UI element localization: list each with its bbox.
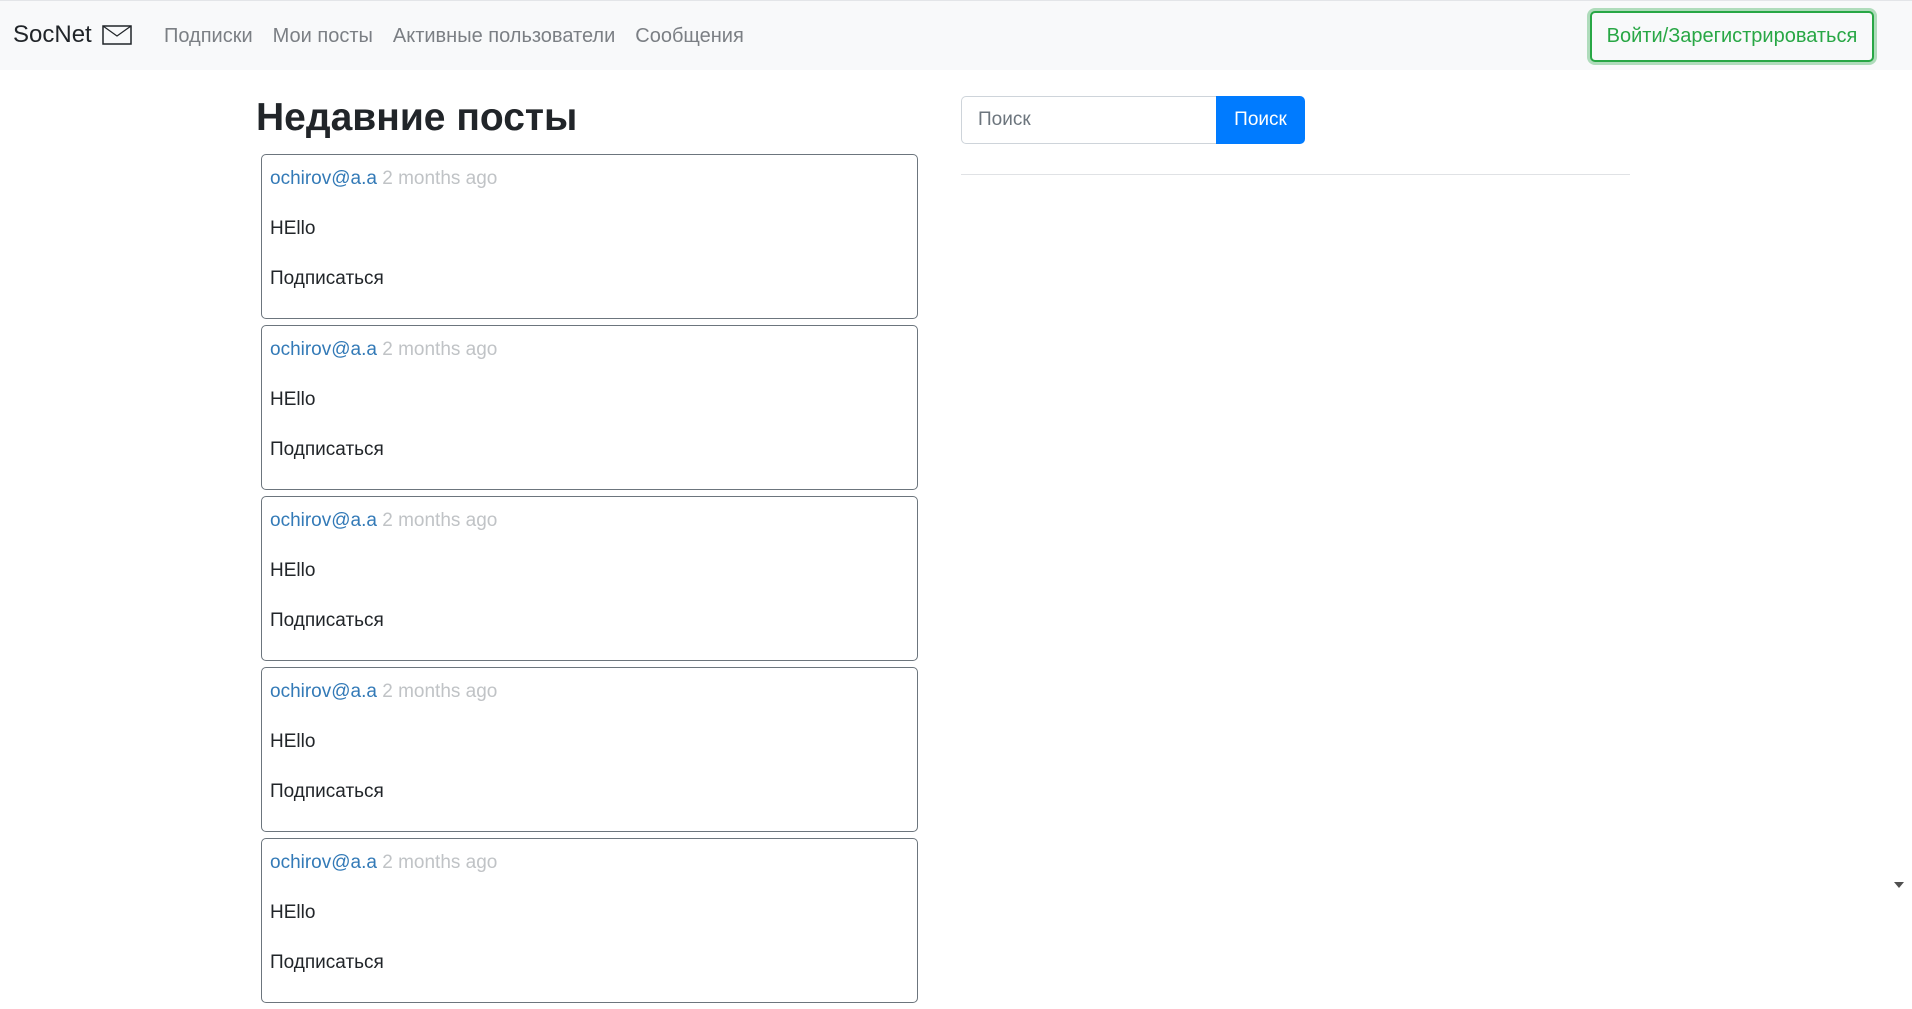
nav-link-active-users[interactable]: Активные пользователи [393, 25, 615, 48]
follow-link[interactable]: Подписаться [270, 438, 909, 462]
post-card: ochirov@a.a 2 months ago HEllo Подписать… [261, 667, 918, 832]
follow-link[interactable]: Подписаться [270, 267, 909, 291]
post-timestamp: 2 months ago [382, 510, 498, 531]
post-header: ochirov@a.a 2 months ago [270, 338, 909, 362]
nav-link-subscriptions[interactable]: Подписки [164, 25, 253, 48]
post-card: ochirov@a.a 2 months ago HEllo Подписать… [261, 325, 918, 490]
posts-list: ochirov@a.a 2 months ago HEllo Подписать… [261, 154, 918, 1009]
follow-link[interactable]: Подписаться [270, 780, 909, 804]
post-timestamp: 2 months ago [382, 168, 498, 189]
scroll-down-arrow-icon[interactable] [1894, 882, 1904, 888]
post-author-link[interactable]: ochirov@a.a [270, 510, 377, 531]
post-text: HEllo [270, 731, 316, 752]
post-header: ochirov@a.a 2 months ago [270, 509, 909, 533]
post-header: ochirov@a.a 2 months ago [270, 680, 909, 704]
search-input[interactable] [961, 96, 1216, 144]
top-navbar: SocNet Подписки Мои посты Активные польз… [0, 0, 1912, 70]
login-register-button[interactable]: Войти/Зарегистрироваться [1590, 11, 1874, 62]
post-text: HEllo [270, 218, 316, 239]
post-text: HEllo [270, 560, 316, 581]
post-author-link[interactable]: ochirov@a.a [270, 339, 377, 360]
divider [961, 174, 1630, 175]
envelope-icon [101, 25, 132, 45]
nav-link-my-posts[interactable]: Мои посты [273, 25, 373, 48]
post-timestamp: 2 months ago [382, 681, 498, 702]
page-title: Недавние посты [256, 96, 578, 139]
search-form: Поиск [961, 96, 1305, 144]
post-card: ochirov@a.a 2 months ago HEllo Подписать… [261, 838, 918, 1003]
post-header: ochirov@a.a 2 months ago [270, 167, 909, 191]
post-author-link[interactable]: ochirov@a.a [270, 852, 377, 873]
follow-link[interactable]: Подписаться [270, 609, 909, 633]
brand-link[interactable]: SocNet [13, 21, 132, 49]
post-author-link[interactable]: ochirov@a.a [270, 681, 377, 702]
post-text: HEllo [270, 389, 316, 410]
post-timestamp: 2 months ago [382, 339, 498, 360]
nav-links: Подписки Мои посты Активные пользователи… [164, 25, 744, 48]
nav-link-messages[interactable]: Сообщения [635, 25, 744, 48]
post-timestamp: 2 months ago [382, 852, 498, 873]
post-card: ochirov@a.a 2 months ago HEllo Подписать… [261, 154, 918, 319]
follow-link[interactable]: Подписаться [270, 951, 909, 975]
post-card: ochirov@a.a 2 months ago HEllo Подписать… [261, 496, 918, 661]
brand-name: SocNet [13, 21, 92, 48]
post-author-link[interactable]: ochirov@a.a [270, 168, 377, 189]
search-button[interactable]: Поиск [1216, 96, 1305, 144]
post-header: ochirov@a.a 2 months ago [270, 851, 909, 875]
post-text: HEllo [270, 902, 316, 923]
